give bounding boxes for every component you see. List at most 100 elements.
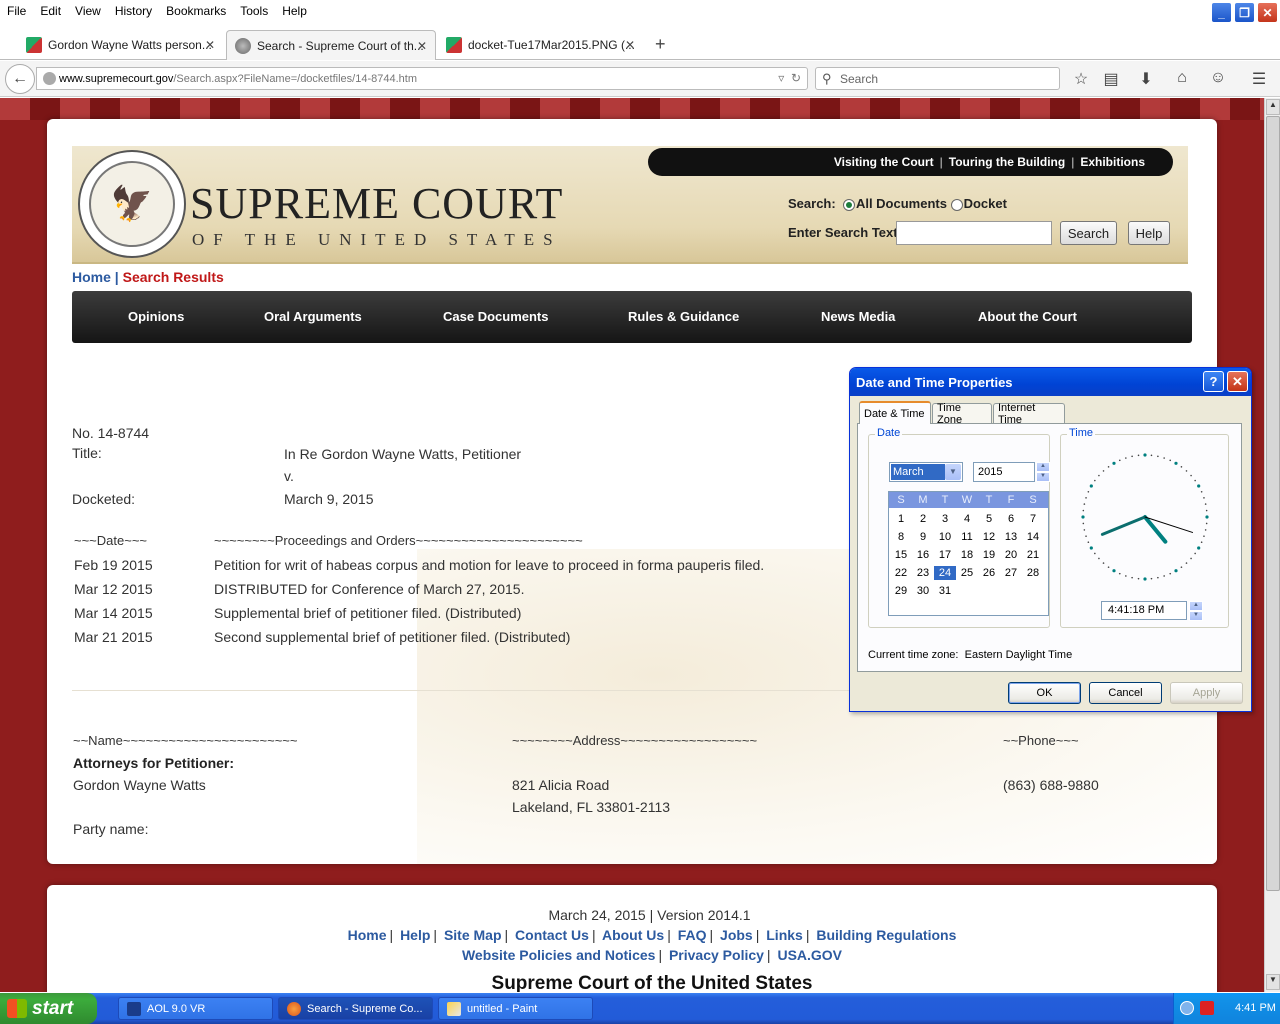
calendar-day[interactable]: 13 xyxy=(1000,530,1022,544)
cancel-button[interactable]: Cancel xyxy=(1089,682,1162,704)
calendar-day[interactable]: 1 xyxy=(890,512,912,526)
close-window-button[interactable]: ✕ xyxy=(1257,2,1278,23)
new-tab-icon[interactable]: + xyxy=(655,34,666,55)
menu-tools[interactable]: Tools xyxy=(233,4,275,18)
time-down-icon[interactable]: ▼ xyxy=(1189,611,1203,621)
footer-link-help[interactable]: Help xyxy=(400,927,430,943)
breadcrumb-current[interactable]: Search Results xyxy=(123,269,224,285)
scroll-up-icon[interactable]: ▲ xyxy=(1266,99,1280,115)
apply-button[interactable]: Apply xyxy=(1170,682,1243,704)
vertical-scrollbar[interactable]: ▲ ▼ xyxy=(1264,98,1280,992)
calendar-day[interactable]: 2 xyxy=(912,512,934,526)
menu-edit[interactable]: Edit xyxy=(33,4,68,18)
footer-link-policies[interactable]: Website Policies and Notices xyxy=(462,947,655,963)
footer-link-usagov[interactable]: USA.GOV xyxy=(777,947,842,963)
calendar-day[interactable]: 23 xyxy=(912,566,934,580)
maximize-button[interactable]: ❐ xyxy=(1234,2,1255,23)
nav-news-media[interactable]: News Media xyxy=(821,309,895,324)
close-tab-icon[interactable]: ✕ xyxy=(417,39,427,53)
tray-expand-icon[interactable] xyxy=(1180,1001,1194,1015)
calendar-day[interactable]: 17 xyxy=(934,548,956,562)
calendar-day[interactable]: 4 xyxy=(956,512,978,526)
link-touring-building[interactable]: Touring the Building xyxy=(949,155,1065,169)
calendar-day[interactable]: 7 xyxy=(1022,512,1044,526)
tab-time-zone[interactable]: Time Zone xyxy=(932,402,992,426)
site-search-button[interactable]: Search xyxy=(1060,221,1117,245)
time-up-icon[interactable]: ▲ xyxy=(1189,601,1203,611)
menu-view[interactable]: View xyxy=(68,4,108,18)
menu-file[interactable]: File xyxy=(0,4,33,18)
calendar-day[interactable]: 5 xyxy=(978,512,1000,526)
minimize-button[interactable]: _ xyxy=(1211,2,1232,23)
link-exhibitions[interactable]: Exhibitions xyxy=(1080,155,1145,169)
calendar-day[interactable]: 14 xyxy=(1022,530,1044,544)
menu-help[interactable]: Help xyxy=(275,4,314,18)
scroll-thumb[interactable] xyxy=(1266,116,1280,891)
calendar-day[interactable]: 3 xyxy=(934,512,956,526)
close-tab-icon[interactable]: ✕ xyxy=(205,38,215,52)
footer-link-home[interactable]: Home xyxy=(348,927,387,943)
task-paint[interactable]: untitled - Paint xyxy=(438,997,593,1020)
nav-opinions[interactable]: Opinions xyxy=(128,309,184,324)
menu-history[interactable]: History xyxy=(108,4,159,18)
breadcrumb-home[interactable]: Home xyxy=(72,269,111,285)
security-alert-icon[interactable] xyxy=(1200,1001,1214,1015)
task-firefox[interactable]: Search - Supreme Co... xyxy=(278,997,433,1020)
hamburger-menu-icon[interactable]: ☰ xyxy=(1249,69,1269,89)
calendar-day[interactable]: 26 xyxy=(978,566,1000,580)
calendar-day-selected[interactable]: 24 xyxy=(934,566,956,580)
reload-icon[interactable]: ▿ ↻ xyxy=(778,71,801,85)
taskbar-clock[interactable]: 4:41 PM xyxy=(1235,1002,1276,1014)
site-help-button[interactable]: Help xyxy=(1128,221,1170,245)
dialog-close-button[interactable]: ✕ xyxy=(1227,371,1248,392)
nav-case-documents[interactable]: Case Documents xyxy=(443,309,548,324)
back-button[interactable]: ← xyxy=(5,64,35,94)
year-field[interactable]: 2015 xyxy=(973,462,1035,482)
calendar-day[interactable]: 31 xyxy=(934,584,956,598)
calendar-day[interactable]: 9 xyxy=(912,530,934,544)
tab-gordon-watts[interactable]: Gordon Wayne Watts person... ✕ xyxy=(18,30,223,60)
footer-link-links[interactable]: Links xyxy=(766,927,803,943)
link-visiting-court[interactable]: Visiting the Court xyxy=(834,155,934,169)
nav-rules-guidance[interactable]: Rules & Guidance xyxy=(628,309,739,324)
nav-about-court[interactable]: About the Court xyxy=(978,309,1077,324)
time-field[interactable]: 4:41:18 PM xyxy=(1101,601,1187,620)
year-down-icon[interactable]: ▼ xyxy=(1036,472,1050,482)
footer-link-faq[interactable]: FAQ xyxy=(678,927,707,943)
site-title[interactable]: SUPREME COURT xyxy=(190,182,563,226)
footer-link-site-map[interactable]: Site Map xyxy=(444,927,502,943)
calendar-day[interactable]: 16 xyxy=(912,548,934,562)
url-bar[interactable]: www.supremecourt.gov/Search.aspx?FileNam… xyxy=(36,67,808,90)
calendar-day[interactable]: 29 xyxy=(890,584,912,598)
scroll-down-icon[interactable]: ▼ xyxy=(1266,974,1280,990)
search-input[interactable]: ⚲ Search xyxy=(815,67,1060,90)
calendar-day[interactable]: 20 xyxy=(1000,548,1022,562)
month-select[interactable]: March ▼ xyxy=(889,462,963,482)
supreme-court-seal-icon[interactable]: 🦅 xyxy=(78,150,186,258)
calendar-day[interactable]: 6 xyxy=(1000,512,1022,526)
calendar-day[interactable]: 28 xyxy=(1022,566,1044,580)
calendar-day[interactable]: 19 xyxy=(978,548,1000,562)
calendar-day[interactable]: 25 xyxy=(956,566,978,580)
footer-link-building-regulations[interactable]: Building Regulations xyxy=(816,927,956,943)
tab-date-time[interactable]: Date & Time xyxy=(859,401,931,424)
calendar-day[interactable]: 22 xyxy=(890,566,912,580)
calendar-day[interactable]: 15 xyxy=(890,548,912,562)
ok-button[interactable]: OK xyxy=(1008,682,1081,704)
menu-bookmarks[interactable]: Bookmarks xyxy=(159,4,233,18)
footer-link-contact-us[interactable]: Contact Us xyxy=(515,927,589,943)
calendar-day[interactable]: 21 xyxy=(1022,548,1044,562)
tab-docket-png[interactable]: docket-Tue17Mar2015.PNG (... ✕ xyxy=(438,30,643,60)
calendar-day[interactable]: 8 xyxy=(890,530,912,544)
calendar-day[interactable]: 11 xyxy=(956,530,978,544)
year-up-icon[interactable]: ▲ xyxy=(1036,462,1050,472)
footer-link-jobs[interactable]: Jobs xyxy=(720,927,753,943)
calendar-day[interactable]: 18 xyxy=(956,548,978,562)
close-tab-icon[interactable]: ✕ xyxy=(625,38,635,52)
hello-icon[interactable]: ☺ xyxy=(1208,69,1228,87)
radio-all-documents[interactable] xyxy=(842,198,855,211)
dialog-title-bar[interactable]: Date and Time Properties ? ✕ xyxy=(850,368,1251,396)
tab-internet-time[interactable]: Internet Time xyxy=(993,402,1065,426)
tab-supreme-court-search[interactable]: Search - Supreme Court of th... ✕ xyxy=(226,30,436,60)
footer-link-about-us[interactable]: About Us xyxy=(602,927,664,943)
